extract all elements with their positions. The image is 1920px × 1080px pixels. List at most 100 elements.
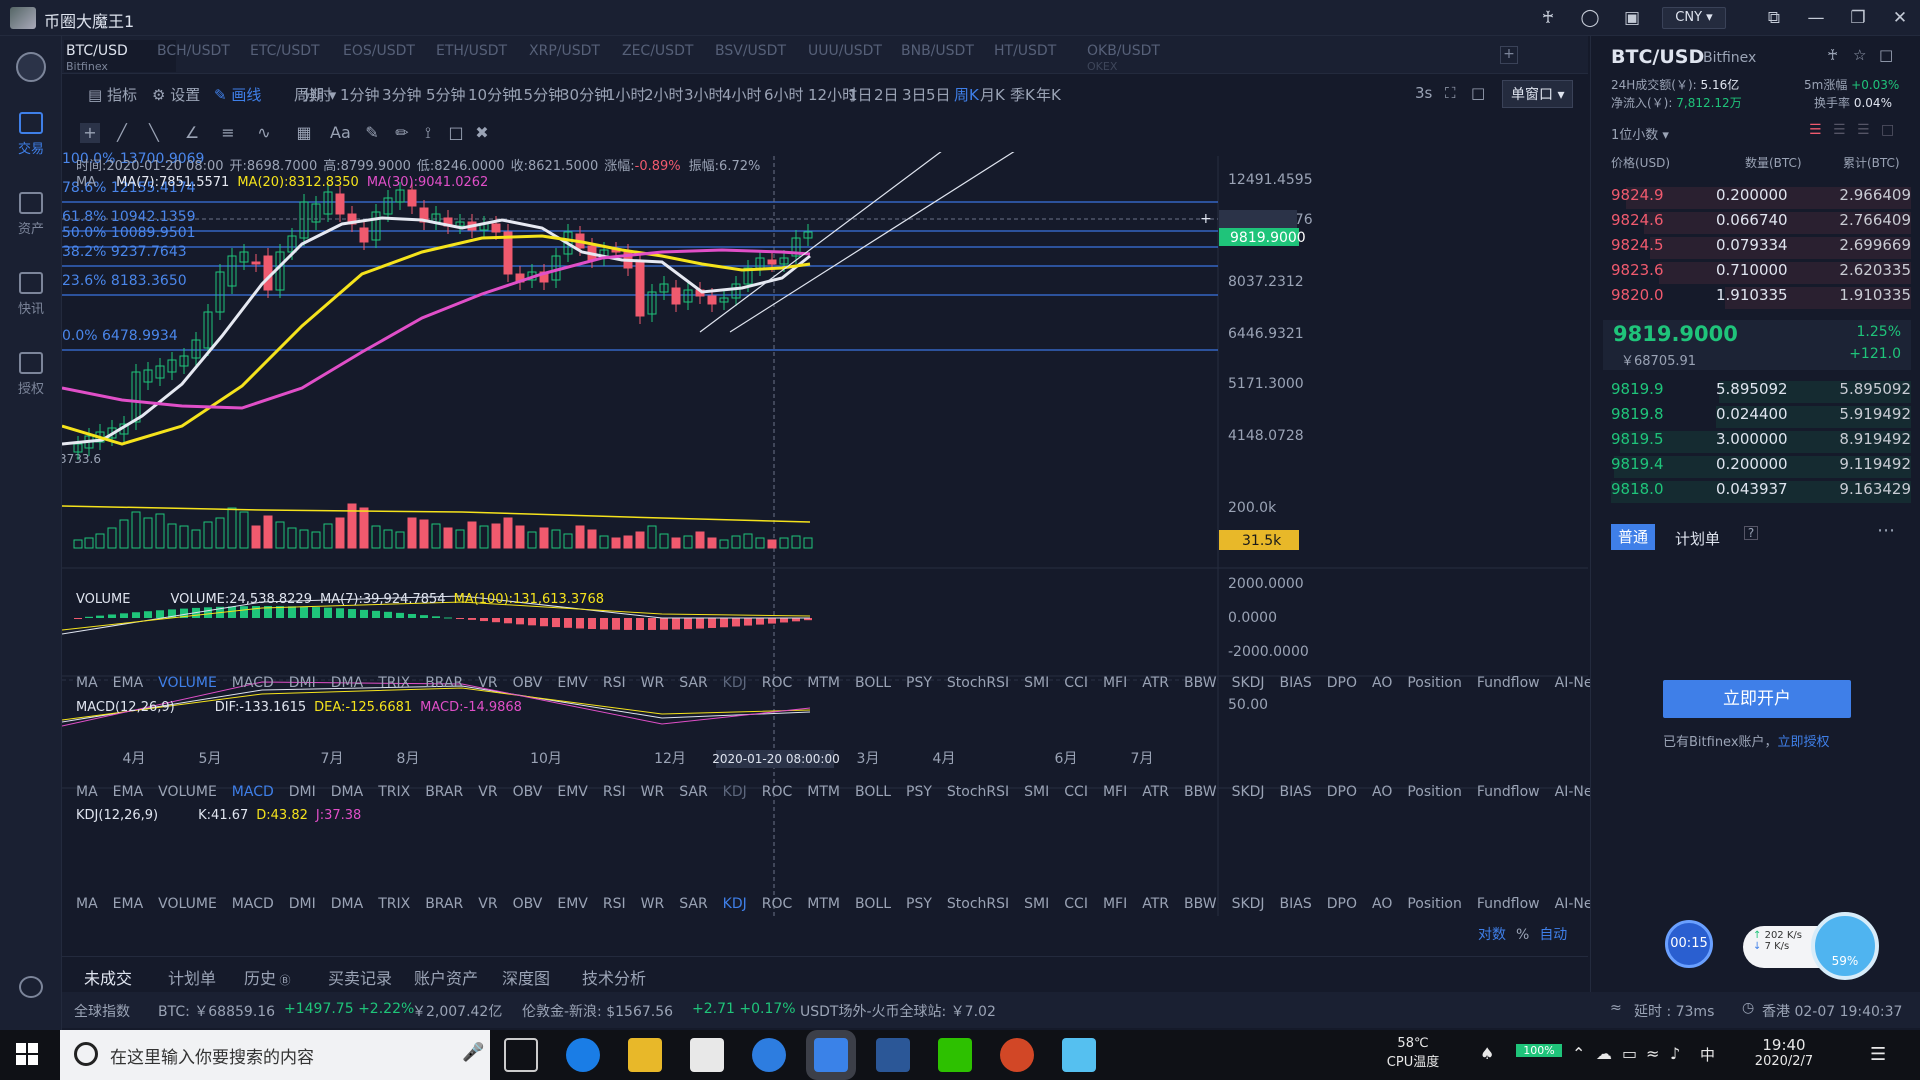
indicator-option[interactable]: RSI bbox=[603, 675, 626, 691]
rp-star-icon[interactable]: ☆ bbox=[1853, 46, 1866, 64]
system-clock[interactable]: 19:40 2020/2/7 bbox=[1744, 1036, 1824, 1069]
ask-row[interactable]: 9824.6 0.066740 2.766409 bbox=[1611, 211, 1911, 235]
draw-button[interactable]: ✎ 画线 bbox=[214, 84, 261, 105]
indicator-option[interactable]: KDJ bbox=[723, 784, 747, 800]
tab-plan-order[interactable]: 计划单 bbox=[1675, 528, 1720, 549]
indicator-option[interactable]: DPO bbox=[1327, 896, 1357, 912]
indicator-option[interactable]: EMV bbox=[557, 896, 588, 912]
volume-icon[interactable]: ♪ bbox=[1670, 1044, 1680, 1063]
interval-1[interactable]: 1分钟 bbox=[340, 84, 380, 105]
indicator-option[interactable]: BRAR bbox=[425, 784, 463, 800]
rp-bell-icon[interactable]: ♰ bbox=[1827, 46, 1838, 64]
interval-9[interactable]: 3小时 bbox=[684, 84, 724, 105]
book-expand-icon[interactable]: □ bbox=[1881, 122, 1894, 138]
timer-badge[interactable]: 00:15 bbox=[1665, 920, 1713, 968]
interval-15[interactable]: 3日 bbox=[902, 84, 927, 105]
rp-popout-icon[interactable]: □ bbox=[1879, 46, 1893, 64]
close-icon[interactable]: ✕ bbox=[1890, 8, 1910, 28]
precision-select[interactable]: 1位小数 ▾ bbox=[1611, 124, 1669, 143]
auto-scale-toggle[interactable]: 自动 bbox=[1539, 927, 1567, 943]
text-icon[interactable]: Aa bbox=[330, 123, 351, 143]
indicator-option[interactable]: DPO bbox=[1327, 675, 1357, 691]
interval-4[interactable]: 10分钟 bbox=[468, 84, 517, 105]
indicator-option[interactable]: OBV bbox=[513, 896, 543, 912]
indicator-option[interactable]: SMI bbox=[1024, 896, 1049, 912]
indicator-option[interactable]: PSY bbox=[906, 675, 932, 691]
monitor-app-icon[interactable] bbox=[1062, 1038, 1096, 1072]
interval-6[interactable]: 30分钟 bbox=[560, 84, 609, 105]
indicator-option[interactable]: MA bbox=[76, 784, 98, 800]
bottom-tab-6[interactable]: 技术分析 bbox=[582, 965, 646, 989]
indicators-button[interactable]: ▤ 指标 bbox=[88, 84, 137, 105]
bottom-tab-4[interactable]: 账户资产 bbox=[414, 965, 478, 989]
currency-select[interactable]: CNY ▾ bbox=[1662, 7, 1726, 29]
indicator-option[interactable]: MTM bbox=[807, 784, 840, 800]
indicator-option[interactable]: SKDJ bbox=[1232, 784, 1265, 800]
ruler-icon[interactable]: ⟟ bbox=[418, 123, 438, 143]
screenshot-icon[interactable]: □ bbox=[1471, 84, 1485, 102]
indicator-option[interactable]: SKDJ bbox=[1232, 675, 1265, 691]
bid-row[interactable]: 9818.0 0.043937 9.163429 bbox=[1611, 480, 1911, 504]
nav-trade[interactable]: 交易 bbox=[0, 112, 62, 157]
indicator-option[interactable]: VOLUME bbox=[158, 784, 217, 800]
indicator-option[interactable]: DMA bbox=[331, 675, 363, 691]
indicator-option[interactable]: ATR bbox=[1142, 784, 1169, 800]
indicator-option[interactable]: CCI bbox=[1064, 784, 1088, 800]
indicator-option[interactable]: CCI bbox=[1064, 675, 1088, 691]
indicator-option[interactable]: WR bbox=[641, 784, 665, 800]
indicator-option[interactable]: TRIX bbox=[378, 675, 410, 691]
bottom-tab-5[interactable]: 深度图 bbox=[502, 965, 550, 989]
angle-icon[interactable]: ∠ bbox=[182, 123, 202, 143]
indicator-option[interactable]: CCI bbox=[1064, 896, 1088, 912]
percent-toggle[interactable]: % bbox=[1516, 927, 1529, 943]
indicator-option[interactable]: SAR bbox=[679, 675, 707, 691]
restore-icon[interactable]: ❐ bbox=[1848, 8, 1868, 28]
indicator-option[interactable]: VR bbox=[478, 896, 497, 912]
indicator-option[interactable]: EMV bbox=[557, 784, 588, 800]
bid-row[interactable]: 9819.4 0.200000 9.119492 bbox=[1611, 455, 1911, 479]
power-icon[interactable]: ▭ bbox=[1622, 1044, 1637, 1063]
indicator-option[interactable]: MA bbox=[76, 675, 98, 691]
indicator-option[interactable]: EMA bbox=[113, 784, 144, 800]
indicator-option[interactable]: RSI bbox=[603, 896, 626, 912]
bottom-tab-1[interactable]: 计划单 bbox=[168, 965, 216, 989]
nav-assets[interactable]: 资产 bbox=[0, 192, 62, 237]
indicator-option[interactable]: BIAS bbox=[1280, 784, 1312, 800]
indicator-option[interactable]: Position bbox=[1407, 784, 1462, 800]
add-tab-button[interactable]: + bbox=[1500, 46, 1518, 64]
indicator-option[interactable]: PSY bbox=[906, 896, 932, 912]
cpu-mascot[interactable]: 59% bbox=[1811, 912, 1879, 980]
indicator-option[interactable]: DMI bbox=[289, 784, 316, 800]
taskbar-search[interactable]: 在这里输入你要搜索的内容 🎤 bbox=[60, 1030, 490, 1080]
interval-17[interactable]: 周K bbox=[954, 84, 979, 105]
trash-icon[interactable]: ✖ bbox=[472, 123, 492, 143]
indicator-option[interactable]: BRAR bbox=[425, 675, 463, 691]
notification-icon[interactable]: ☰ bbox=[1870, 1044, 1886, 1065]
indicator-option[interactable]: ATR bbox=[1142, 896, 1169, 912]
edge-icon[interactable] bbox=[566, 1038, 600, 1072]
interval-0[interactable]: 分时 bbox=[302, 84, 332, 105]
indicator-option[interactable]: VOLUME bbox=[158, 896, 217, 912]
indicator-option[interactable]: DMI bbox=[289, 675, 316, 691]
indicator-option[interactable]: BIAS bbox=[1280, 675, 1312, 691]
indicator-option[interactable]: StochRSI bbox=[947, 675, 1009, 691]
interval-11[interactable]: 6小时 bbox=[764, 84, 804, 105]
indicator-option[interactable]: OBV bbox=[513, 675, 543, 691]
indicator-option[interactable]: WR bbox=[641, 896, 665, 912]
bottom-tab-3[interactable]: 买卖记录 bbox=[328, 965, 392, 989]
interval-16[interactable]: 5日 bbox=[926, 84, 951, 105]
interval-13[interactable]: 1日 bbox=[848, 84, 873, 105]
brush-icon[interactable]: ✎ bbox=[362, 123, 382, 143]
settings-button[interactable]: ⚙ 设置 bbox=[152, 84, 200, 105]
indicator-option[interactable]: Fundflow bbox=[1477, 896, 1540, 912]
indicator-option[interactable]: MACD bbox=[232, 896, 274, 912]
chart-canvas[interactable]: 100.0% 13700.906978.6% 12155.417461.8% 1… bbox=[62, 152, 1588, 952]
indicator-option[interactable]: BBW bbox=[1184, 896, 1217, 912]
indicator-option[interactable]: SKDJ bbox=[1232, 896, 1265, 912]
window-mode-select[interactable]: 单窗口 ▾ bbox=[1502, 80, 1574, 108]
wave-icon[interactable]: ∿ bbox=[254, 123, 274, 143]
wifi-tray-icon[interactable]: ≈ bbox=[1646, 1044, 1659, 1063]
indicator-option[interactable]: Fundflow bbox=[1477, 784, 1540, 800]
chart-area[interactable]: 100.0% 13700.9069 78.6% 12155.4174 61.8% 1… bbox=[62, 152, 1626, 952]
refresh-interval[interactable]: 3s bbox=[1415, 84, 1432, 102]
